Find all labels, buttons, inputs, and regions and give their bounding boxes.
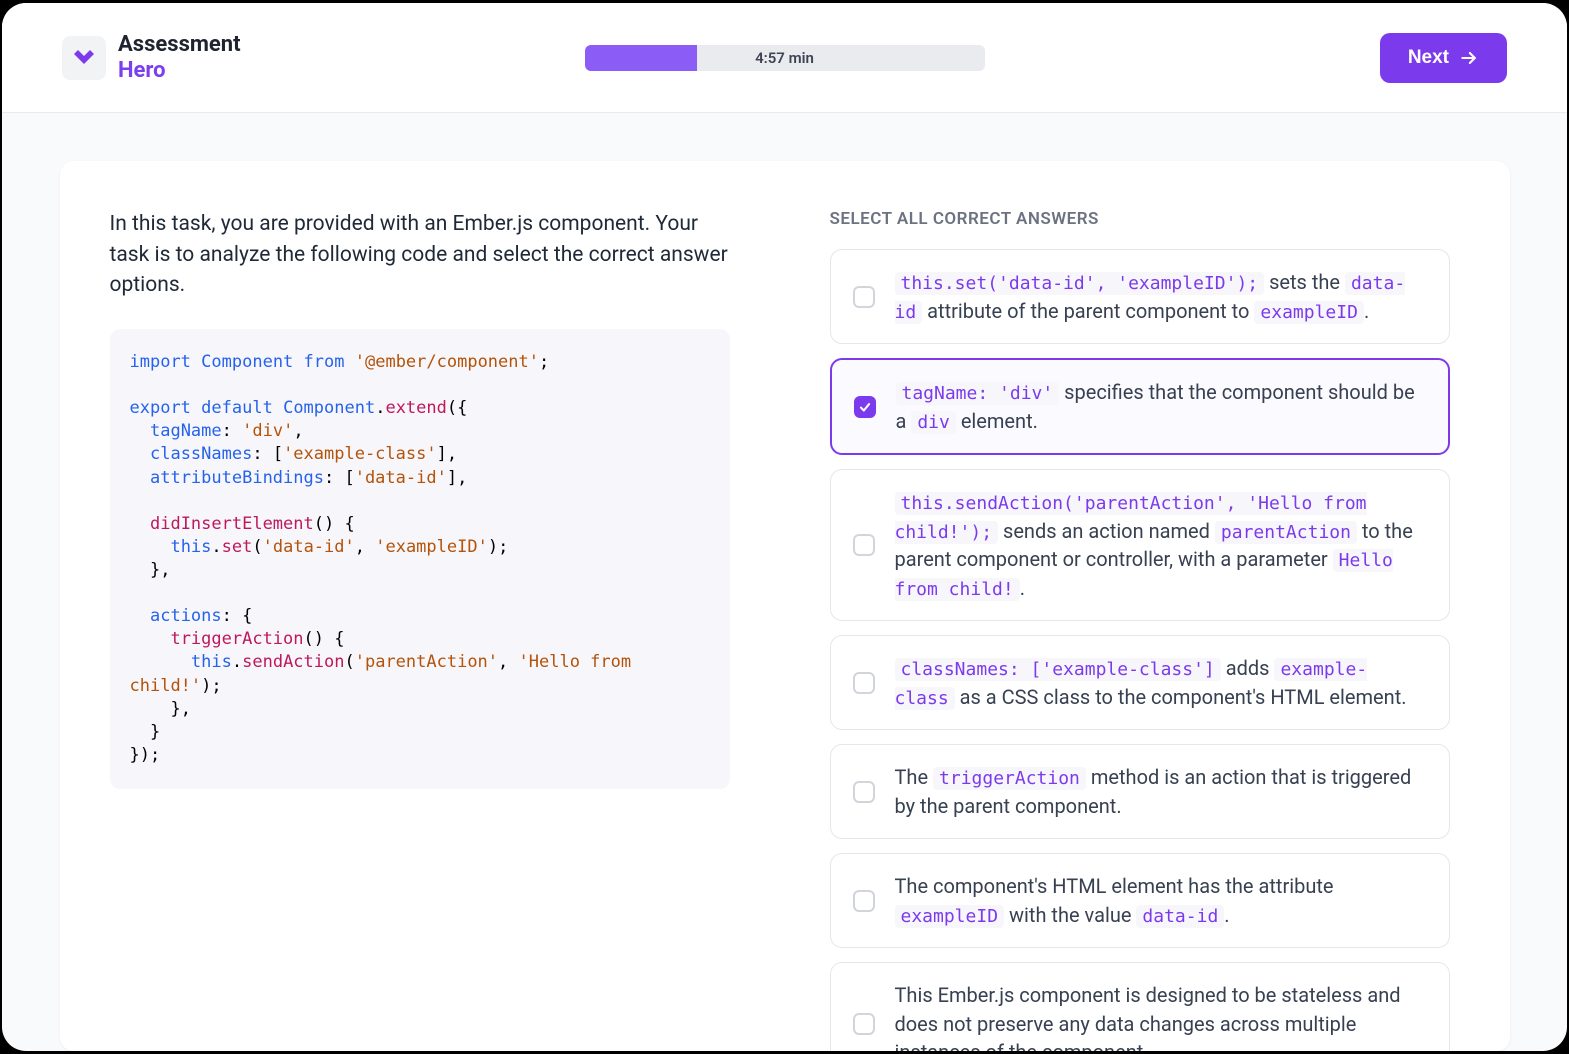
question-card: In this task, you are provided with an E… [60,161,1510,1051]
timer-bar: 4:57 min [585,45,985,71]
timer-label: 4:57 min [585,49,985,67]
brand-logo-text: Assessment Hero [118,32,241,83]
next-button-label: Next [1408,47,1449,69]
checkbox-icon [853,1013,875,1035]
answer-option-text: This Ember.js component is designed to b… [895,981,1427,1051]
answer-option-0[interactable]: this.set('data-id', 'exampleID'); sets t… [830,249,1450,344]
answer-option-2[interactable]: this.sendAction('parentAction', 'Hello f… [830,469,1450,621]
answer-option-1[interactable]: tagName: 'div' specifies that the compon… [830,358,1450,455]
brand-line1: Assessment [118,32,241,57]
answer-option-4[interactable]: The triggerAction method is an action th… [830,744,1450,839]
brand-logo-icon [62,36,106,80]
answer-option-text: this.set('data-id', 'exampleID'); sets t… [895,268,1427,325]
app-frame: Assessment Hero 4:57 min Next In this ta… [2,3,1567,1051]
arrow-right-icon [1459,48,1479,68]
answers-column: SELECT ALL CORRECT ANSWERS this.set('dat… [830,209,1450,1051]
answer-option-5[interactable]: The component's HTML element has the att… [830,853,1450,948]
options-list: this.set('data-id', 'exampleID'); sets t… [830,249,1450,1051]
app-header: Assessment Hero 4:57 min Next [2,3,1567,113]
code-snippet: import Component from '@ember/component'… [110,329,730,789]
checkbox-icon [853,890,875,912]
answer-option-text: tagName: 'div' specifies that the compon… [896,378,1426,435]
checkbox-icon [853,781,875,803]
checkbox-icon [853,534,875,556]
content-area: In this task, you are provided with an E… [2,113,1567,1051]
checkbox-icon [853,286,875,308]
checkbox-icon [853,672,875,694]
answer-option-6[interactable]: This Ember.js component is designed to b… [830,962,1450,1051]
brand-logo: Assessment Hero [62,32,241,83]
answers-instruction: SELECT ALL CORRECT ANSWERS [830,209,1450,229]
brand-line2: Hero [118,58,241,83]
answer-option-text: this.sendAction('parentAction', 'Hello f… [895,488,1427,602]
next-button[interactable]: Next [1380,33,1507,83]
question-column: In this task, you are provided with an E… [110,209,730,1051]
answer-option-3[interactable]: classNames: ['example-class'] adds examp… [830,635,1450,730]
answer-option-text: The triggerAction method is an action th… [895,763,1427,820]
answer-option-text: The component's HTML element has the att… [895,872,1427,929]
answer-option-text: classNames: ['example-class'] adds examp… [895,654,1427,711]
checkbox-icon [854,396,876,418]
task-prompt: In this task, you are provided with an E… [110,209,730,301]
